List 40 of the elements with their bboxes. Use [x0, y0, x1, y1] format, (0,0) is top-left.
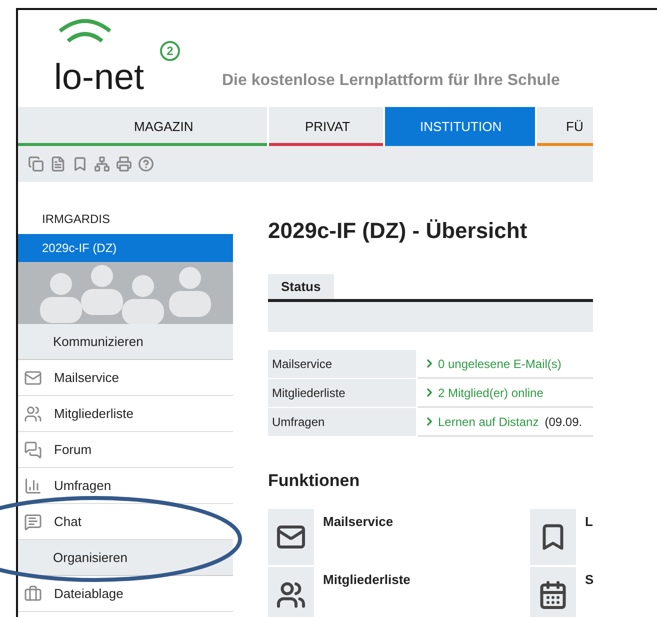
- table-cell: Mitgliederliste: [268, 379, 416, 408]
- function-title[interactable]: Mailservice: [323, 514, 394, 529]
- section-heading: Kommunizieren: [18, 324, 233, 360]
- tagline: Die kostenlose Lernplattform für Ihre Schule: [222, 72, 560, 90]
- function-title[interactable]: L: [585, 514, 593, 529]
- function-title[interactable]: S: [585, 572, 593, 587]
- envelope-icon: [24, 368, 42, 386]
- group-item[interactable]: 2029c-IF (DZ): [18, 234, 233, 262]
- status-tab[interactable]: Status: [268, 274, 334, 299]
- bookmark-icon[interactable]: [72, 156, 88, 172]
- function-icon-tile[interactable]: [530, 509, 576, 565]
- people-icon: [24, 404, 42, 422]
- logo-badge: 2: [160, 41, 180, 61]
- nav-tab[interactable]: INSTITUTION: [385, 107, 535, 146]
- note-icon[interactable]: [50, 156, 66, 172]
- function-icon-tile[interactable]: [268, 567, 314, 617]
- function-title[interactable]: Mitgliederliste: [323, 572, 410, 587]
- logo-text: lo-net: [54, 59, 144, 95]
- status-link[interactable]: 2 Mitglied(er) online: [438, 386, 544, 400]
- help-icon[interactable]: [138, 156, 154, 172]
- calendar-icon: [538, 580, 568, 610]
- nav-tab[interactable]: PRIVAT: [269, 107, 383, 146]
- print-icon[interactable]: [116, 156, 132, 172]
- function-icon-tile[interactable]: [268, 509, 314, 565]
- section-heading: Organisieren: [18, 540, 233, 576]
- page-title: 2029c-IF (DZ) - Übersicht: [268, 218, 528, 244]
- status-link[interactable]: Lernen auf Distanz: [438, 414, 539, 428]
- section-title: Funktionen: [268, 471, 361, 491]
- date-text: (09.09.: [544, 414, 582, 428]
- function-icon-tile[interactable]: [530, 567, 576, 617]
- bar-chart-icon: [24, 476, 42, 494]
- nav-tab[interactable]: MAGAZIN: [18, 107, 267, 146]
- forum-icon: [24, 440, 42, 458]
- network-icon[interactable]: [94, 156, 110, 172]
- institution-name: IRMGARDIS: [41, 211, 112, 228]
- people-icon: [276, 580, 306, 610]
- table-cell: Umfragen: [268, 408, 416, 437]
- table-cell: Mailservice: [268, 350, 416, 379]
- status-link[interactable]: 0 ungelesene E-Mail(s): [438, 356, 562, 370]
- nav-tab[interactable]: FÜ: [537, 107, 593, 146]
